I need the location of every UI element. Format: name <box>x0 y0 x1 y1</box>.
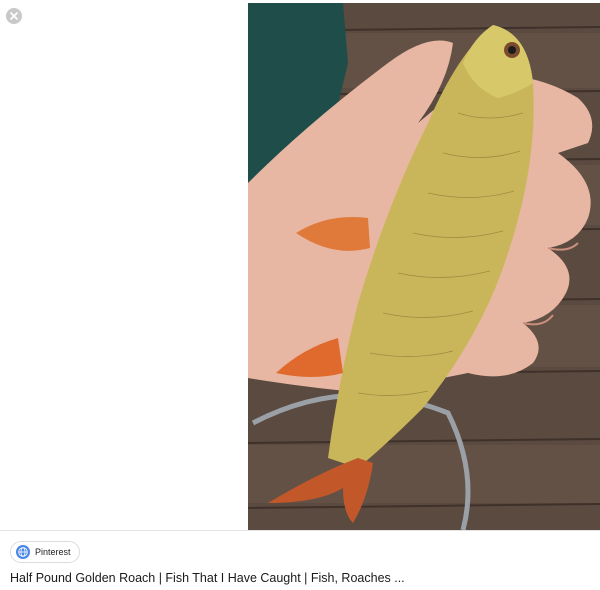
close-icon <box>10 12 18 20</box>
source-label: Pinterest <box>35 547 71 557</box>
result-image[interactable] <box>248 3 600 530</box>
source-chip[interactable]: Pinterest <box>10 541 80 563</box>
image-preview-area <box>0 0 600 530</box>
divider <box>0 530 600 531</box>
image-viewer: Pinterest Half Pound Golden Roach | Fish… <box>0 0 600 590</box>
globe-icon <box>16 545 30 559</box>
close-button[interactable] <box>6 8 22 24</box>
result-title-link[interactable]: Half Pound Golden Roach | Fish That I Ha… <box>10 571 405 585</box>
